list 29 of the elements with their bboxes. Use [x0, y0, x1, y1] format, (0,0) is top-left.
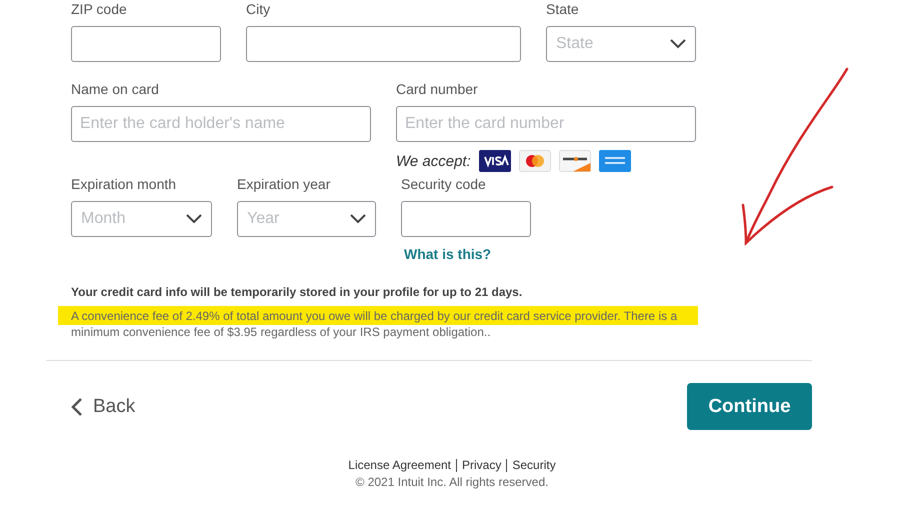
chevron-left-icon: [71, 396, 83, 416]
chevron-down-icon: [186, 214, 202, 224]
field-label: Expiration month: [71, 175, 178, 194]
input-field[interactable]: [401, 201, 531, 237]
field-label: City: [246, 0, 272, 19]
mastercard-icon: [518, 150, 551, 172]
field-label: State: [546, 0, 580, 19]
footer-link[interactable]: License Agreement: [348, 458, 452, 472]
input-field[interactable]: Enter the card holder's name: [71, 106, 371, 142]
field-label: Expiration year: [237, 175, 332, 194]
back-button[interactable]: Back: [71, 396, 136, 418]
input-field[interactable]: [71, 26, 221, 62]
footer-link[interactable]: Privacy: [462, 458, 502, 472]
visa-card-icon: [478, 150, 511, 172]
input-field[interactable]: Enter the card number: [396, 106, 696, 142]
chevron-down-icon: [350, 214, 366, 224]
continue-button[interactable]: Continue: [687, 383, 812, 430]
footer-link[interactable]: Security: [512, 458, 556, 472]
help-link[interactable]: What is this?: [404, 246, 492, 262]
input-field[interactable]: [246, 26, 521, 62]
copyright-text: © 2021 Intuit Inc. All rights reserved.: [356, 475, 548, 489]
field-label: Card number: [396, 80, 479, 99]
info-text: A convenience fee of 2.49% of total amount you owe will be charged by our credit card service provider. There is a minimum convenience fee of $3.95 regardless of your IRS payment obligation..: [58, 306, 698, 340]
field-label: Name on card: [71, 80, 160, 99]
we-accept-label: We accept:: [396, 152, 471, 170]
field-label: Security code: [401, 175, 487, 194]
chevron-down-icon: [670, 39, 686, 49]
info-text: Your credit card info will be temporarily stored in your profile for up to 21 days.: [70, 284, 524, 300]
field-label: ZIP code: [71, 0, 128, 19]
